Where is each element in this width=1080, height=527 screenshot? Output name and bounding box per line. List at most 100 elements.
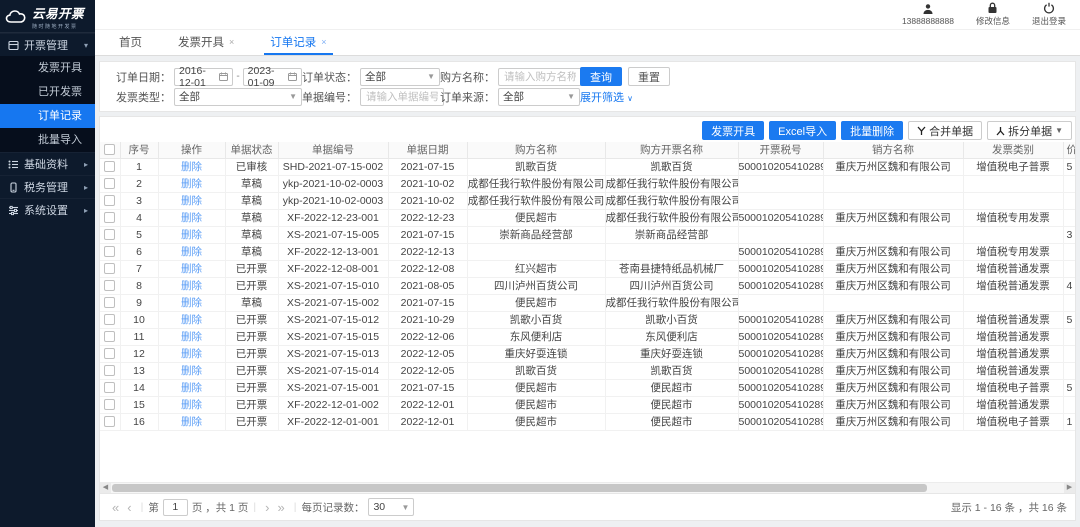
- cell-status: 草稿: [225, 243, 278, 260]
- last-page-button[interactable]: »: [277, 501, 284, 514]
- cell-seller: 重庆万州区魏和有限公司: [823, 209, 963, 226]
- row-checkbox[interactable]: [104, 178, 115, 189]
- sidebar-item-issued-invoices[interactable]: 已开发票: [0, 80, 95, 104]
- cell-buyer_invoice: 成都任我行软件股份有限公司: [605, 192, 738, 209]
- excel-import-button[interactable]: Excel导入: [769, 121, 836, 140]
- delete-link[interactable]: 删除: [181, 178, 202, 190]
- order-source-select[interactable]: 全部 ▼: [498, 88, 580, 106]
- close-icon[interactable]: ×: [229, 37, 234, 47]
- first-page-button[interactable]: «: [112, 501, 119, 514]
- cell-seller: [823, 294, 963, 311]
- sidebar-item-order-records[interactable]: 订单记录: [0, 104, 95, 128]
- delete-link[interactable]: 删除: [181, 195, 202, 207]
- split-docs-button[interactable]: 拆分单据 ▼: [987, 121, 1072, 140]
- cell-amount: [1063, 260, 1075, 277]
- tab-home[interactable]: 首页: [113, 30, 148, 55]
- row-checkbox[interactable]: [104, 280, 115, 291]
- search-button[interactable]: 查询: [580, 67, 622, 86]
- scroll-right-arrow-icon[interactable]: ▶: [1064, 483, 1075, 493]
- cell-buyer_invoice: 成都任我行软件股份有限公司: [605, 175, 738, 192]
- invoice-issue-button[interactable]: 发票开具: [702, 121, 764, 140]
- delete-link[interactable]: 删除: [181, 399, 202, 411]
- horizontal-scrollbar[interactable]: ◀ ▶: [100, 482, 1075, 493]
- delete-link[interactable]: 删除: [181, 246, 202, 258]
- row-checkbox[interactable]: [104, 212, 115, 223]
- account-phone[interactable]: 13888888888: [902, 3, 954, 26]
- column-header: 单据状态: [225, 142, 278, 158]
- row-checkbox[interactable]: [104, 416, 115, 427]
- expand-filter-link[interactable]: 展开筛选 ∨: [580, 89, 633, 105]
- row-checkbox[interactable]: [104, 246, 115, 257]
- sidebar-item-batch-import[interactable]: 批量导入: [0, 128, 95, 152]
- row-checkbox[interactable]: [104, 195, 115, 206]
- logout-button[interactable]: 退出登录: [1032, 2, 1066, 27]
- cell-buyer_invoice: [605, 243, 738, 260]
- cell-seller: 重庆万州区魏和有限公司: [823, 413, 963, 430]
- edit-info-button[interactable]: 修改信息: [976, 2, 1010, 27]
- delete-link[interactable]: 删除: [181, 161, 202, 173]
- table-row: 11删除已开票XS-2021-07-15-0152022-12-06东风便利店东…: [100, 328, 1075, 345]
- row-checkbox[interactable]: [104, 161, 115, 172]
- delete-link[interactable]: 删除: [181, 229, 202, 241]
- invoice-type-select[interactable]: 全部 ▼: [174, 88, 302, 106]
- row-checkbox[interactable]: [104, 229, 115, 240]
- delete-link[interactable]: 删除: [181, 314, 202, 326]
- sidebar-item-label: 税务管理: [24, 179, 84, 195]
- batch-delete-button[interactable]: 批量删除: [841, 121, 903, 140]
- cell-buyer_invoice: 崇新商品经营部: [605, 226, 738, 243]
- page-size-select[interactable]: 30 ▼: [368, 498, 414, 516]
- cell-seller: 重庆万州区魏和有限公司: [823, 277, 963, 294]
- row-checkbox[interactable]: [104, 382, 115, 393]
- delete-link[interactable]: 删除: [181, 382, 202, 394]
- row-checkbox[interactable]: [104, 348, 115, 359]
- select-all-checkbox[interactable]: [104, 144, 115, 155]
- cell-status: 已开票: [225, 362, 278, 379]
- tab-invoice-issue[interactable]: 发票开具 ×: [172, 30, 240, 55]
- order-date-to[interactable]: 2023-01-09: [243, 68, 302, 86]
- row-checkbox[interactable]: [104, 365, 115, 376]
- sidebar-item-tax-manage[interactable]: 税务管理 ▸: [0, 175, 95, 198]
- delete-link[interactable]: 删除: [181, 331, 202, 343]
- close-icon[interactable]: ×: [321, 37, 326, 47]
- delete-link[interactable]: 删除: [181, 297, 202, 309]
- cell-amount: [1063, 362, 1075, 379]
- sidebar-item-base-data[interactable]: 基础资料 ▸: [0, 152, 95, 175]
- app-tagline: 随时随地开发票: [32, 23, 84, 30]
- row-checkbox[interactable]: [104, 314, 115, 325]
- delete-link[interactable]: 删除: [181, 263, 202, 275]
- next-page-button[interactable]: ›: [265, 501, 269, 514]
- order-status-select[interactable]: 全部 ▼: [360, 68, 440, 86]
- chevron-right-icon: ▸: [84, 206, 88, 215]
- buyer-name-input[interactable]: [498, 68, 582, 86]
- row-checkbox[interactable]: [104, 263, 115, 274]
- cell-no: 9: [120, 294, 158, 311]
- delete-link[interactable]: 删除: [181, 212, 202, 224]
- row-checkbox[interactable]: [104, 331, 115, 342]
- sidebar-item-system-settings[interactable]: 系统设置 ▸: [0, 198, 95, 221]
- reset-button[interactable]: 重置: [628, 67, 670, 86]
- order-date-from[interactable]: 2016-12-01: [174, 68, 233, 86]
- cell-status: 草稿: [225, 226, 278, 243]
- delete-link[interactable]: 删除: [181, 365, 202, 377]
- merge-docs-button[interactable]: 合并单据: [908, 121, 982, 140]
- delete-link[interactable]: 删除: [181, 416, 202, 428]
- cell-seller: 重庆万州区魏和有限公司: [823, 328, 963, 345]
- content: 订单日期： 2016-12-01 - 2023-01-09 订单状态： 全部: [95, 57, 1080, 527]
- sidebar-item-invoice-manage[interactable]: 开票管理 ▾: [0, 33, 95, 56]
- page-number-input[interactable]: [163, 499, 188, 516]
- cell-amount: [1063, 209, 1075, 226]
- scrollbar-thumb[interactable]: [112, 484, 927, 492]
- row-checkbox[interactable]: [104, 297, 115, 308]
- delete-link[interactable]: 删除: [181, 348, 202, 360]
- prev-page-button[interactable]: ‹: [127, 501, 131, 514]
- delete-link[interactable]: 删除: [181, 280, 202, 292]
- doc-no-input[interactable]: [360, 88, 444, 106]
- sidebar-item-invoice-issue[interactable]: 发票开具: [0, 56, 95, 80]
- cell-status: 已开票: [225, 277, 278, 294]
- calendar-icon: [219, 72, 228, 81]
- row-checkbox[interactable]: [104, 399, 115, 410]
- cell-date: 2022-12-06: [388, 328, 467, 345]
- tab-order-records[interactable]: 订单记录 ×: [264, 30, 332, 55]
- scroll-left-arrow-icon[interactable]: ◀: [100, 483, 111, 493]
- cell-status: 草稿: [225, 175, 278, 192]
